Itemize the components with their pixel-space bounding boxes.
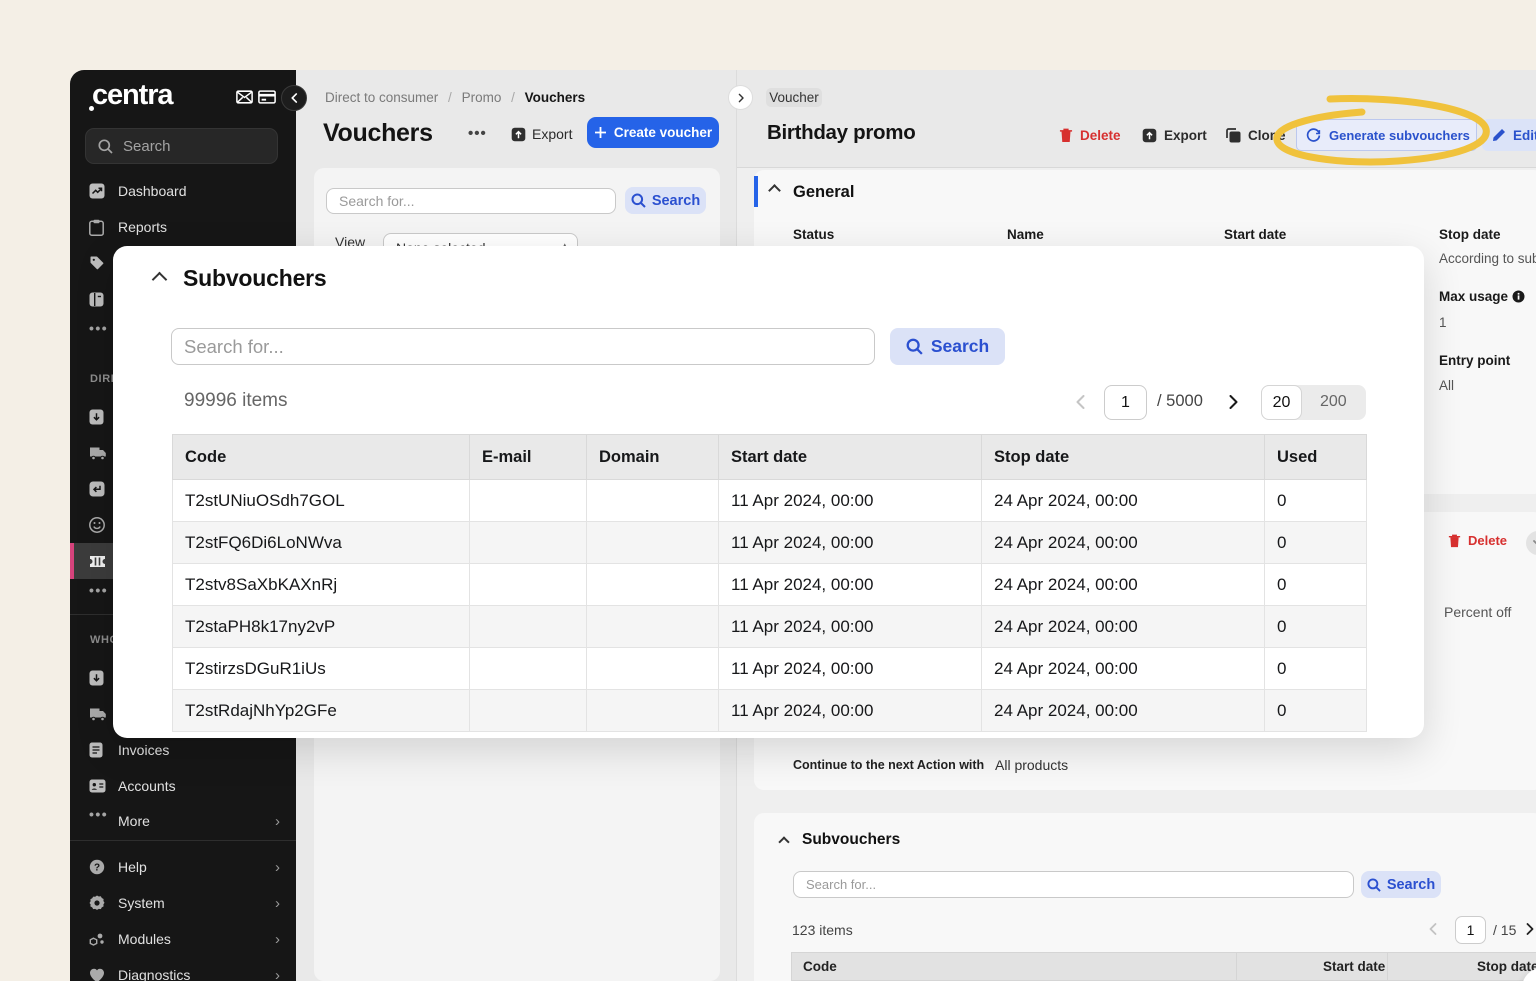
svg-text:?: ? xyxy=(94,863,100,874)
